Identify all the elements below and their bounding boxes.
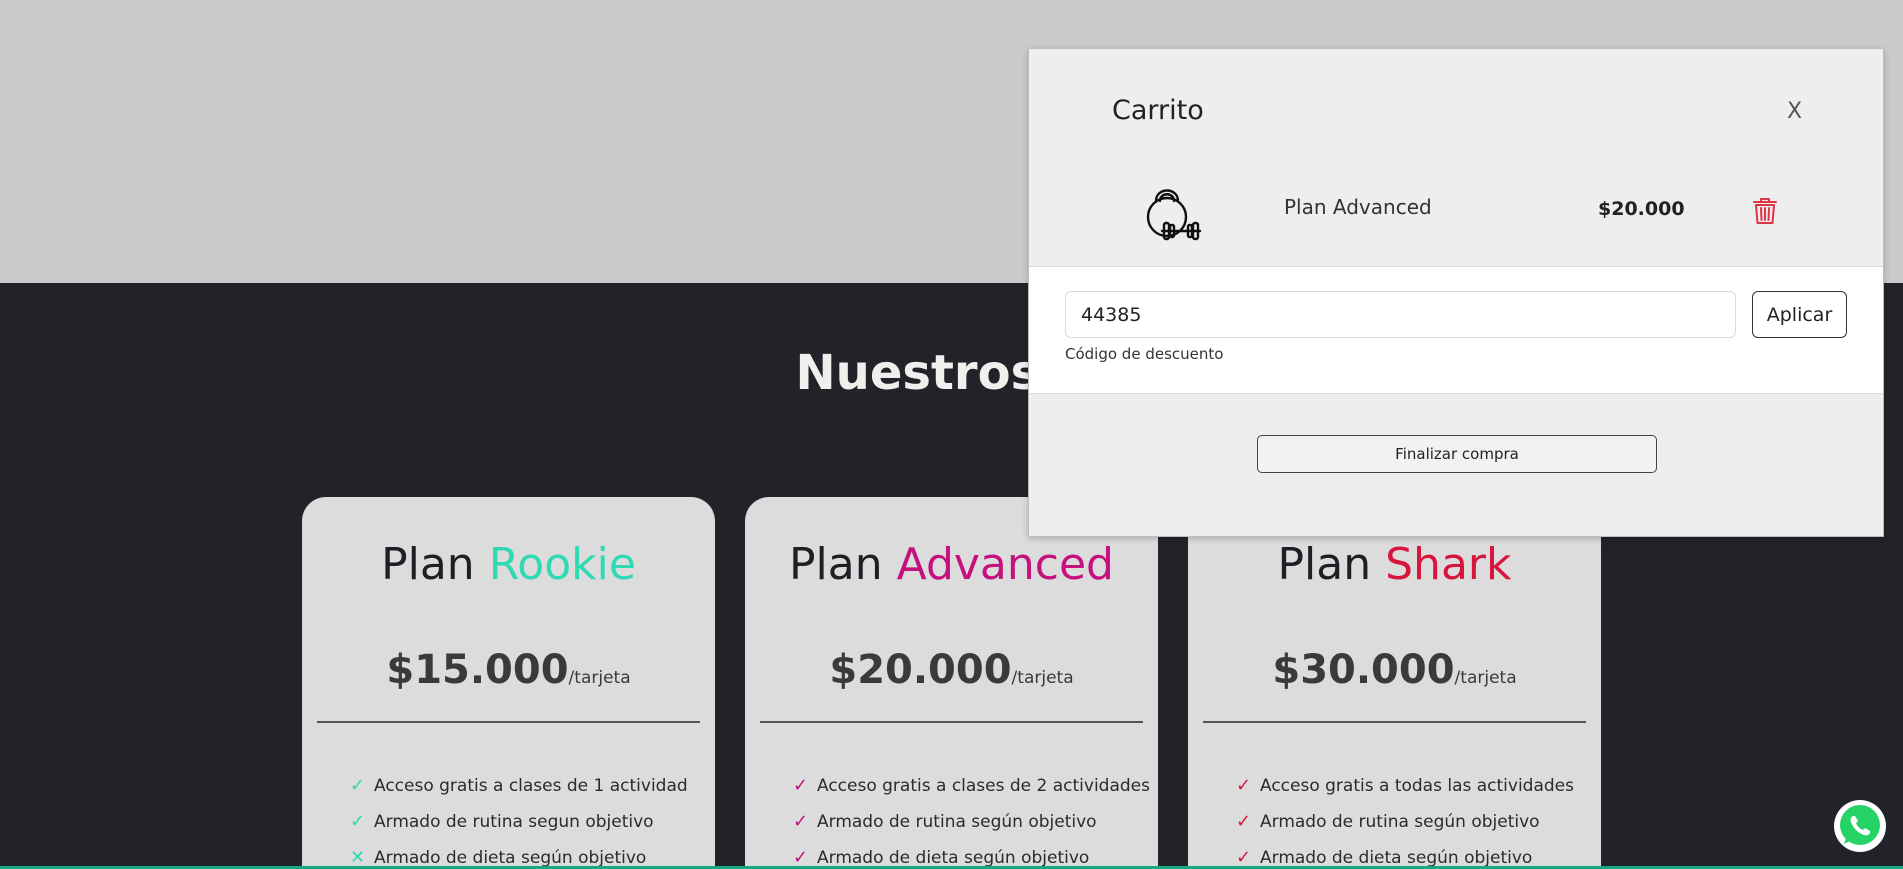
plan-divider [317, 721, 700, 723]
plan-price-unit: /tarjeta [568, 668, 631, 688]
plan-price: $20.000/tarjeta [745, 647, 1158, 693]
feature-text: Armado de dieta según objetivo [817, 848, 1090, 868]
feature-item: ✓ Acceso gratis a clases de 2 actividades [793, 777, 1150, 813]
feature-text: Armado de dieta según objetivo [374, 848, 647, 868]
plan-price: $15.000/tarjeta [302, 647, 715, 693]
feature-text: Armado de rutina según objetivo [1260, 812, 1540, 832]
kettlebell-icon [1146, 189, 1202, 241]
plan-price: $30.000/tarjeta [1188, 647, 1601, 693]
plan-accent-name: Advanced [896, 539, 1114, 590]
check-icon: ✓ [350, 775, 366, 796]
cross-icon: ✕ [350, 847, 366, 868]
discount-label: Código de descuento [1065, 345, 1224, 363]
plan-accent-name: Rookie [488, 539, 636, 590]
cart-item-name: Plan Advanced [1284, 195, 1432, 219]
feature-list: ✓ Acceso gratis a clases de 1 actividad ✓… [350, 777, 688, 869]
check-icon: ✓ [793, 847, 809, 868]
feature-text: Acceso gratis a clases de 1 actividad [374, 776, 688, 796]
feature-item: ✓ Armado de rutina según objetivo [793, 813, 1150, 849]
cart-item-price: $20.000 [1598, 198, 1685, 220]
plan-price-unit: /tarjeta [1011, 668, 1074, 688]
feature-item: ✓ Armado de rutina según objetivo [1236, 813, 1574, 849]
feature-text: Armado de dieta según objetivo [1260, 848, 1533, 868]
plan-prefix: Plan [789, 539, 883, 590]
apply-button[interactable]: Aplicar [1752, 291, 1847, 338]
feature-text: Acceso gratis a todas las actividades [1260, 776, 1575, 796]
plan-card-rookie: Plan Rookie $15.000/tarjeta ✓ Acceso grat… [302, 497, 715, 869]
discount-panel: Aplicar Código de descuento [1029, 266, 1883, 394]
plan-accent-name: Shark [1385, 539, 1512, 590]
plan-divider [760, 721, 1143, 723]
discount-code-input[interactable] [1065, 291, 1736, 338]
feature-text: Acceso gratis a clases de 2 actividades [817, 776, 1151, 796]
whatsapp-icon[interactable] [1832, 798, 1888, 854]
check-icon: ✓ [793, 811, 809, 832]
check-icon: ✓ [793, 775, 809, 796]
feature-text: Armado de rutina según objetivo [817, 812, 1097, 832]
plan-divider [1203, 721, 1586, 723]
plan-prefix: Plan [381, 539, 475, 590]
plan-price-amount: $30.000 [1272, 647, 1455, 693]
check-icon: ✓ [1236, 847, 1252, 868]
feature-item: ✓ Acceso gratis a todas las actividades [1236, 777, 1574, 813]
check-icon: ✓ [350, 811, 366, 832]
plan-card-advanced: Plan Advanced $20.000/tarjeta ✓ Acceso gr… [745, 497, 1158, 869]
cart-panel: Carrito X Plan Advanced $20.000 Aplicar … [1028, 48, 1884, 537]
checkout-button[interactable]: Finalizar compra [1257, 435, 1657, 473]
feature-text: Armado de rutina segun objetivo [374, 812, 654, 832]
cart-title: Carrito [1112, 95, 1204, 126]
plan-price-amount: $20.000 [829, 647, 1012, 693]
plan-card-shark: Plan Shark $30.000/tarjeta ✓ Acceso grati… [1188, 497, 1601, 869]
plan-name: Plan Rookie [302, 539, 715, 590]
plan-name: Plan Shark [1188, 539, 1601, 590]
feature-item: ✓ Armado de rutina segun objetivo [350, 813, 688, 849]
feature-item: ✓ Acceso gratis a clases de 1 actividad [350, 777, 688, 813]
check-icon: ✓ [1236, 775, 1252, 796]
plan-price-unit: /tarjeta [1454, 668, 1517, 688]
trash-icon[interactable] [1752, 197, 1778, 225]
feature-list: ✓ Acceso gratis a todas las actividades ✓… [1236, 777, 1574, 869]
plan-prefix: Plan [1277, 539, 1372, 590]
plan-price-amount: $15.000 [386, 647, 569, 693]
plan-name: Plan Advanced [745, 539, 1158, 590]
check-icon: ✓ [1236, 811, 1252, 832]
close-button[interactable]: X [1787, 99, 1802, 124]
feature-list: ✓ Acceso gratis a clases de 2 actividades… [793, 777, 1150, 869]
